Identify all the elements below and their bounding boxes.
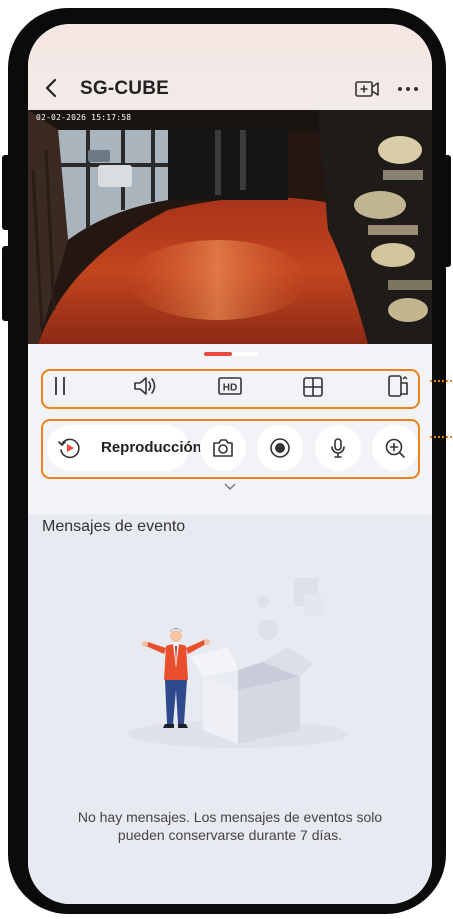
snapshot-button[interactable] — [200, 425, 246, 471]
playback-label: Reproducción — [101, 439, 202, 456]
microphone-icon — [326, 436, 350, 460]
page-indicator-active — [204, 352, 232, 356]
volume-up-button — [2, 155, 12, 230]
chevron-left-icon[interactable] — [44, 78, 60, 98]
hd-icon[interactable]: HD — [217, 376, 243, 396]
video-add-icon[interactable] — [354, 78, 380, 100]
video-timestamp: 02-02-2026 15:17:58 — [36, 113, 132, 122]
callout-line-1 — [430, 380, 452, 384]
rotate-screen-icon[interactable] — [386, 374, 410, 398]
playback-button[interactable]: Reproducción — [47, 425, 202, 471]
speaker-icon[interactable] — [132, 374, 158, 398]
pause-icon[interactable] — [52, 374, 68, 398]
more-dots-icon[interactable] — [396, 78, 420, 100]
app-screen: SG-CUBE 02-02-2026 15:17:58 HD Reproducc… — [28, 24, 432, 904]
empty-message: No hay mensajes. Los mensajes de eventos… — [77, 809, 383, 843]
playback-icon — [57, 436, 81, 460]
record-icon — [268, 436, 292, 460]
volume-down-button — [2, 246, 12, 321]
callout-line-2 — [430, 436, 452, 440]
page-title: SG-CUBE — [80, 78, 170, 99]
zoom-in-icon — [383, 436, 407, 460]
zoom-button[interactable] — [372, 425, 418, 471]
grid-icon[interactable] — [302, 376, 324, 398]
hd-icon-label: HD — [223, 383, 237, 394]
empty-state-illustration — [118, 572, 348, 752]
events-title: Mensajes de evento — [42, 518, 186, 535]
live-video-feed[interactable] — [28, 110, 432, 344]
power-button — [441, 155, 451, 267]
page-indicator-inactive[interactable] — [232, 352, 258, 356]
chevron-down-icon[interactable] — [224, 483, 236, 491]
camera-snapshot-icon — [211, 436, 235, 460]
talk-button[interactable] — [315, 425, 361, 471]
record-button[interactable] — [257, 425, 303, 471]
